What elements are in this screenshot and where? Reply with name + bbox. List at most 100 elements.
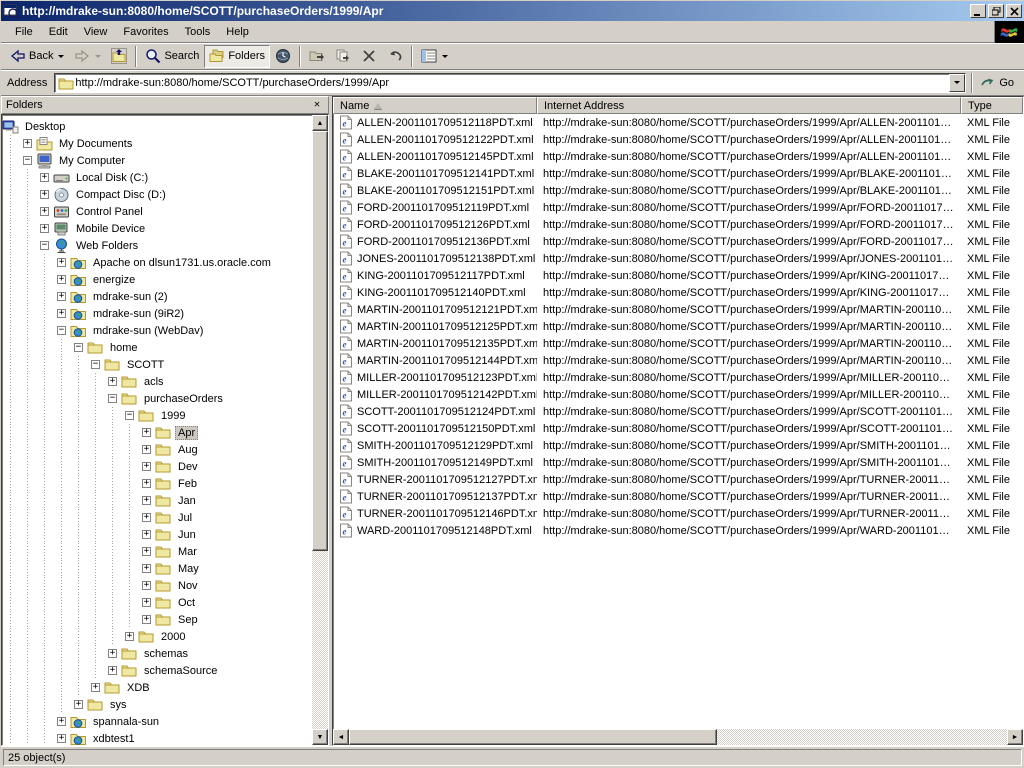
tree-item-web-folders[interactable]: −Web Folders xyxy=(2,237,312,254)
tree-item-1999[interactable]: −1999 xyxy=(2,407,312,424)
tree-item-mobile-device[interactable]: +Mobile Device xyxy=(2,220,312,237)
expand-icon[interactable]: + xyxy=(40,190,49,199)
tree-item-purchaseorders[interactable]: −purchaseOrders xyxy=(2,390,312,407)
tree-item-sys[interactable]: +sys xyxy=(2,696,312,713)
expand-icon[interactable]: + xyxy=(142,513,151,522)
expand-icon[interactable]: + xyxy=(108,649,117,658)
tree-item-jan[interactable]: +Jan xyxy=(2,492,312,509)
tree-item-mdrake-sun-2[interactable]: +mdrake-sun (2) xyxy=(2,288,312,305)
tree-item-xdbtest1[interactable]: +xdbtest1 xyxy=(2,730,312,745)
undo-button[interactable] xyxy=(382,45,408,68)
file-row-jones-2001101709512138pdt-xml[interactable]: eJONES-2001101709512138PDT.xmlhttp://mdr… xyxy=(333,250,1023,267)
close-button[interactable] xyxy=(1006,4,1022,18)
file-row-ford-2001101709512126pdt-xml[interactable]: eFORD-2001101709512126PDT.xmlhttp://mdra… xyxy=(333,216,1023,233)
views-button[interactable] xyxy=(416,45,453,68)
tree-item-aug[interactable]: +Aug xyxy=(2,441,312,458)
file-row-allen-2001101709512145pdt-xml[interactable]: eALLEN-2001101709512145PDT.xmlhttp://mdr… xyxy=(333,148,1023,165)
tree-vertical-scrollbar[interactable]: ▲ ▼ xyxy=(312,115,328,745)
file-row-ward-2001101709512148pdt-xml[interactable]: eWARD-2001101709512148PDT.xmlhttp://mdra… xyxy=(333,522,1023,539)
expand-icon[interactable]: + xyxy=(91,683,100,692)
tree-item-oct[interactable]: +Oct xyxy=(2,594,312,611)
file-row-martin-2001101709512125pdt-xml[interactable]: eMARTIN-2001101709512125PDT.xmlhttp://md… xyxy=(333,318,1023,335)
scroll-track[interactable] xyxy=(312,551,328,729)
scroll-up-button[interactable]: ▲ xyxy=(312,115,328,131)
tree-item-may[interactable]: +May xyxy=(2,560,312,577)
expand-icon[interactable]: + xyxy=(142,581,151,590)
menu-help[interactable]: Help xyxy=(218,23,257,41)
copy-to-button[interactable] xyxy=(330,45,356,68)
tree-item-dev[interactable]: +Dev xyxy=(2,458,312,475)
minimize-button[interactable] xyxy=(970,4,986,18)
collapse-icon[interactable]: − xyxy=(108,394,117,403)
collapse-icon[interactable]: − xyxy=(57,326,66,335)
tree-item-schemas[interactable]: +schemas xyxy=(2,645,312,662)
tree-item-schemasource[interactable]: +schemaSource xyxy=(2,662,312,679)
expand-icon[interactable]: + xyxy=(142,598,151,607)
expand-icon[interactable]: + xyxy=(108,377,117,386)
file-row-smith-2001101709512129pdt-xml[interactable]: eSMITH-2001101709512129PDT.xmlhttp://mdr… xyxy=(333,437,1023,454)
file-row-king-2001101709512117pdt-xml[interactable]: eKING-2001101709512117PDT.xmlhttp://mdra… xyxy=(333,267,1023,284)
column-header-type[interactable]: Type xyxy=(961,97,1023,114)
tree-item-acls[interactable]: +acls xyxy=(2,373,312,390)
tree-item-mdrake-sun-9ir2[interactable]: +mdrake-sun (9iR2) xyxy=(2,305,312,322)
file-row-scott-2001101709512124pdt-xml[interactable]: eSCOTT-2001101709512124PDT.xmlhttp://mdr… xyxy=(333,403,1023,420)
expand-icon[interactable]: + xyxy=(74,700,83,709)
expand-icon[interactable]: + xyxy=(142,615,151,624)
collapse-icon[interactable]: − xyxy=(23,156,32,165)
file-row-turner-2001101709512127pdt-xml[interactable]: eTURNER-2001101709512127PDT.xmlhttp://md… xyxy=(333,471,1023,488)
expand-icon[interactable]: + xyxy=(142,462,151,471)
expand-icon[interactable]: + xyxy=(125,632,134,641)
expand-icon[interactable]: + xyxy=(57,275,66,284)
file-row-scott-2001101709512150pdt-xml[interactable]: eSCOTT-2001101709512150PDT.xmlhttp://mdr… xyxy=(333,420,1023,437)
tree-item-feb[interactable]: +Feb xyxy=(2,475,312,492)
tree-item-control-panel[interactable]: +Control Panel xyxy=(2,203,312,220)
menu-tools[interactable]: Tools xyxy=(177,23,219,41)
folders-close-button[interactable]: ✕ xyxy=(310,99,324,112)
expand-icon[interactable]: + xyxy=(57,734,66,743)
file-row-smith-2001101709512149pdt-xml[interactable]: eSMITH-2001101709512149PDT.xmlhttp://mdr… xyxy=(333,454,1023,471)
address-dropdown-button[interactable] xyxy=(949,74,965,92)
tree-item-jun[interactable]: +Jun xyxy=(2,526,312,543)
history-button[interactable] xyxy=(270,45,296,68)
expand-icon[interactable]: + xyxy=(142,564,151,573)
tree-item-mdrake-sun-webdav[interactable]: −mdrake-sun (WebDav) xyxy=(2,322,312,339)
expand-icon[interactable]: + xyxy=(142,428,151,437)
delete-button[interactable] xyxy=(356,45,382,68)
tree-item-jul[interactable]: +Jul xyxy=(2,509,312,526)
expand-icon[interactable]: + xyxy=(40,207,49,216)
scroll-track[interactable] xyxy=(717,729,1007,745)
restore-button[interactable] xyxy=(988,4,1004,18)
up-button[interactable] xyxy=(106,45,132,68)
file-row-turner-2001101709512137pdt-xml[interactable]: eTURNER-2001101709512137PDT.xmlhttp://md… xyxy=(333,488,1023,505)
file-row-allen-2001101709512118pdt-xml[interactable]: eALLEN-2001101709512118PDT.xmlhttp://mdr… xyxy=(333,114,1023,131)
column-header-name[interactable]: Name xyxy=(333,97,537,114)
file-row-turner-2001101709512146pdt-xml[interactable]: eTURNER-2001101709512146PDT.xmlhttp://md… xyxy=(333,505,1023,522)
tree-item-scott[interactable]: −SCOTT xyxy=(2,356,312,373)
expand-icon[interactable]: + xyxy=(142,496,151,505)
file-row-miller-2001101709512142pdt-xml[interactable]: eMILLER-2001101709512142PDT.xmlhttp://md… xyxy=(333,386,1023,403)
menu-view[interactable]: View xyxy=(76,23,116,41)
menu-edit[interactable]: Edit xyxy=(41,23,76,41)
scroll-thumb[interactable] xyxy=(312,131,328,551)
tree-item-mar[interactable]: +Mar xyxy=(2,543,312,560)
menu-file[interactable]: File xyxy=(7,23,41,41)
tree-item-spannala-sun[interactable]: +spannala-sun xyxy=(2,713,312,730)
back-button[interactable]: Back xyxy=(5,45,69,68)
search-button[interactable]: Search xyxy=(140,45,204,68)
file-row-ford-2001101709512136pdt-xml[interactable]: eFORD-2001101709512136PDT.xmlhttp://mdra… xyxy=(333,233,1023,250)
file-row-blake-2001101709512141pdt-xml[interactable]: eBLAKE-2001101709512141PDT.xmlhttp://mdr… xyxy=(333,165,1023,182)
expand-icon[interactable]: + xyxy=(57,258,66,267)
expand-icon[interactable]: + xyxy=(40,224,49,233)
tree-item-2000[interactable]: +2000 xyxy=(2,628,312,645)
expand-icon[interactable]: + xyxy=(23,139,32,148)
scroll-thumb[interactable] xyxy=(349,729,717,745)
tree-item-xdb[interactable]: +XDB xyxy=(2,679,312,696)
file-row-martin-2001101709512135pdt-xml[interactable]: eMARTIN-2001101709512135PDT.xmlhttp://md… xyxy=(333,335,1023,352)
tree-item-sep[interactable]: +Sep xyxy=(2,611,312,628)
collapse-icon[interactable]: − xyxy=(91,360,100,369)
file-row-ford-2001101709512119pdt-xml[interactable]: eFORD-2001101709512119PDT.xmlhttp://mdra… xyxy=(333,199,1023,216)
expand-icon[interactable]: + xyxy=(57,309,66,318)
expand-icon[interactable]: + xyxy=(142,547,151,556)
column-header-internet-address[interactable]: Internet Address xyxy=(537,97,961,114)
tree-item-my-documents[interactable]: +My Documents xyxy=(2,135,312,152)
